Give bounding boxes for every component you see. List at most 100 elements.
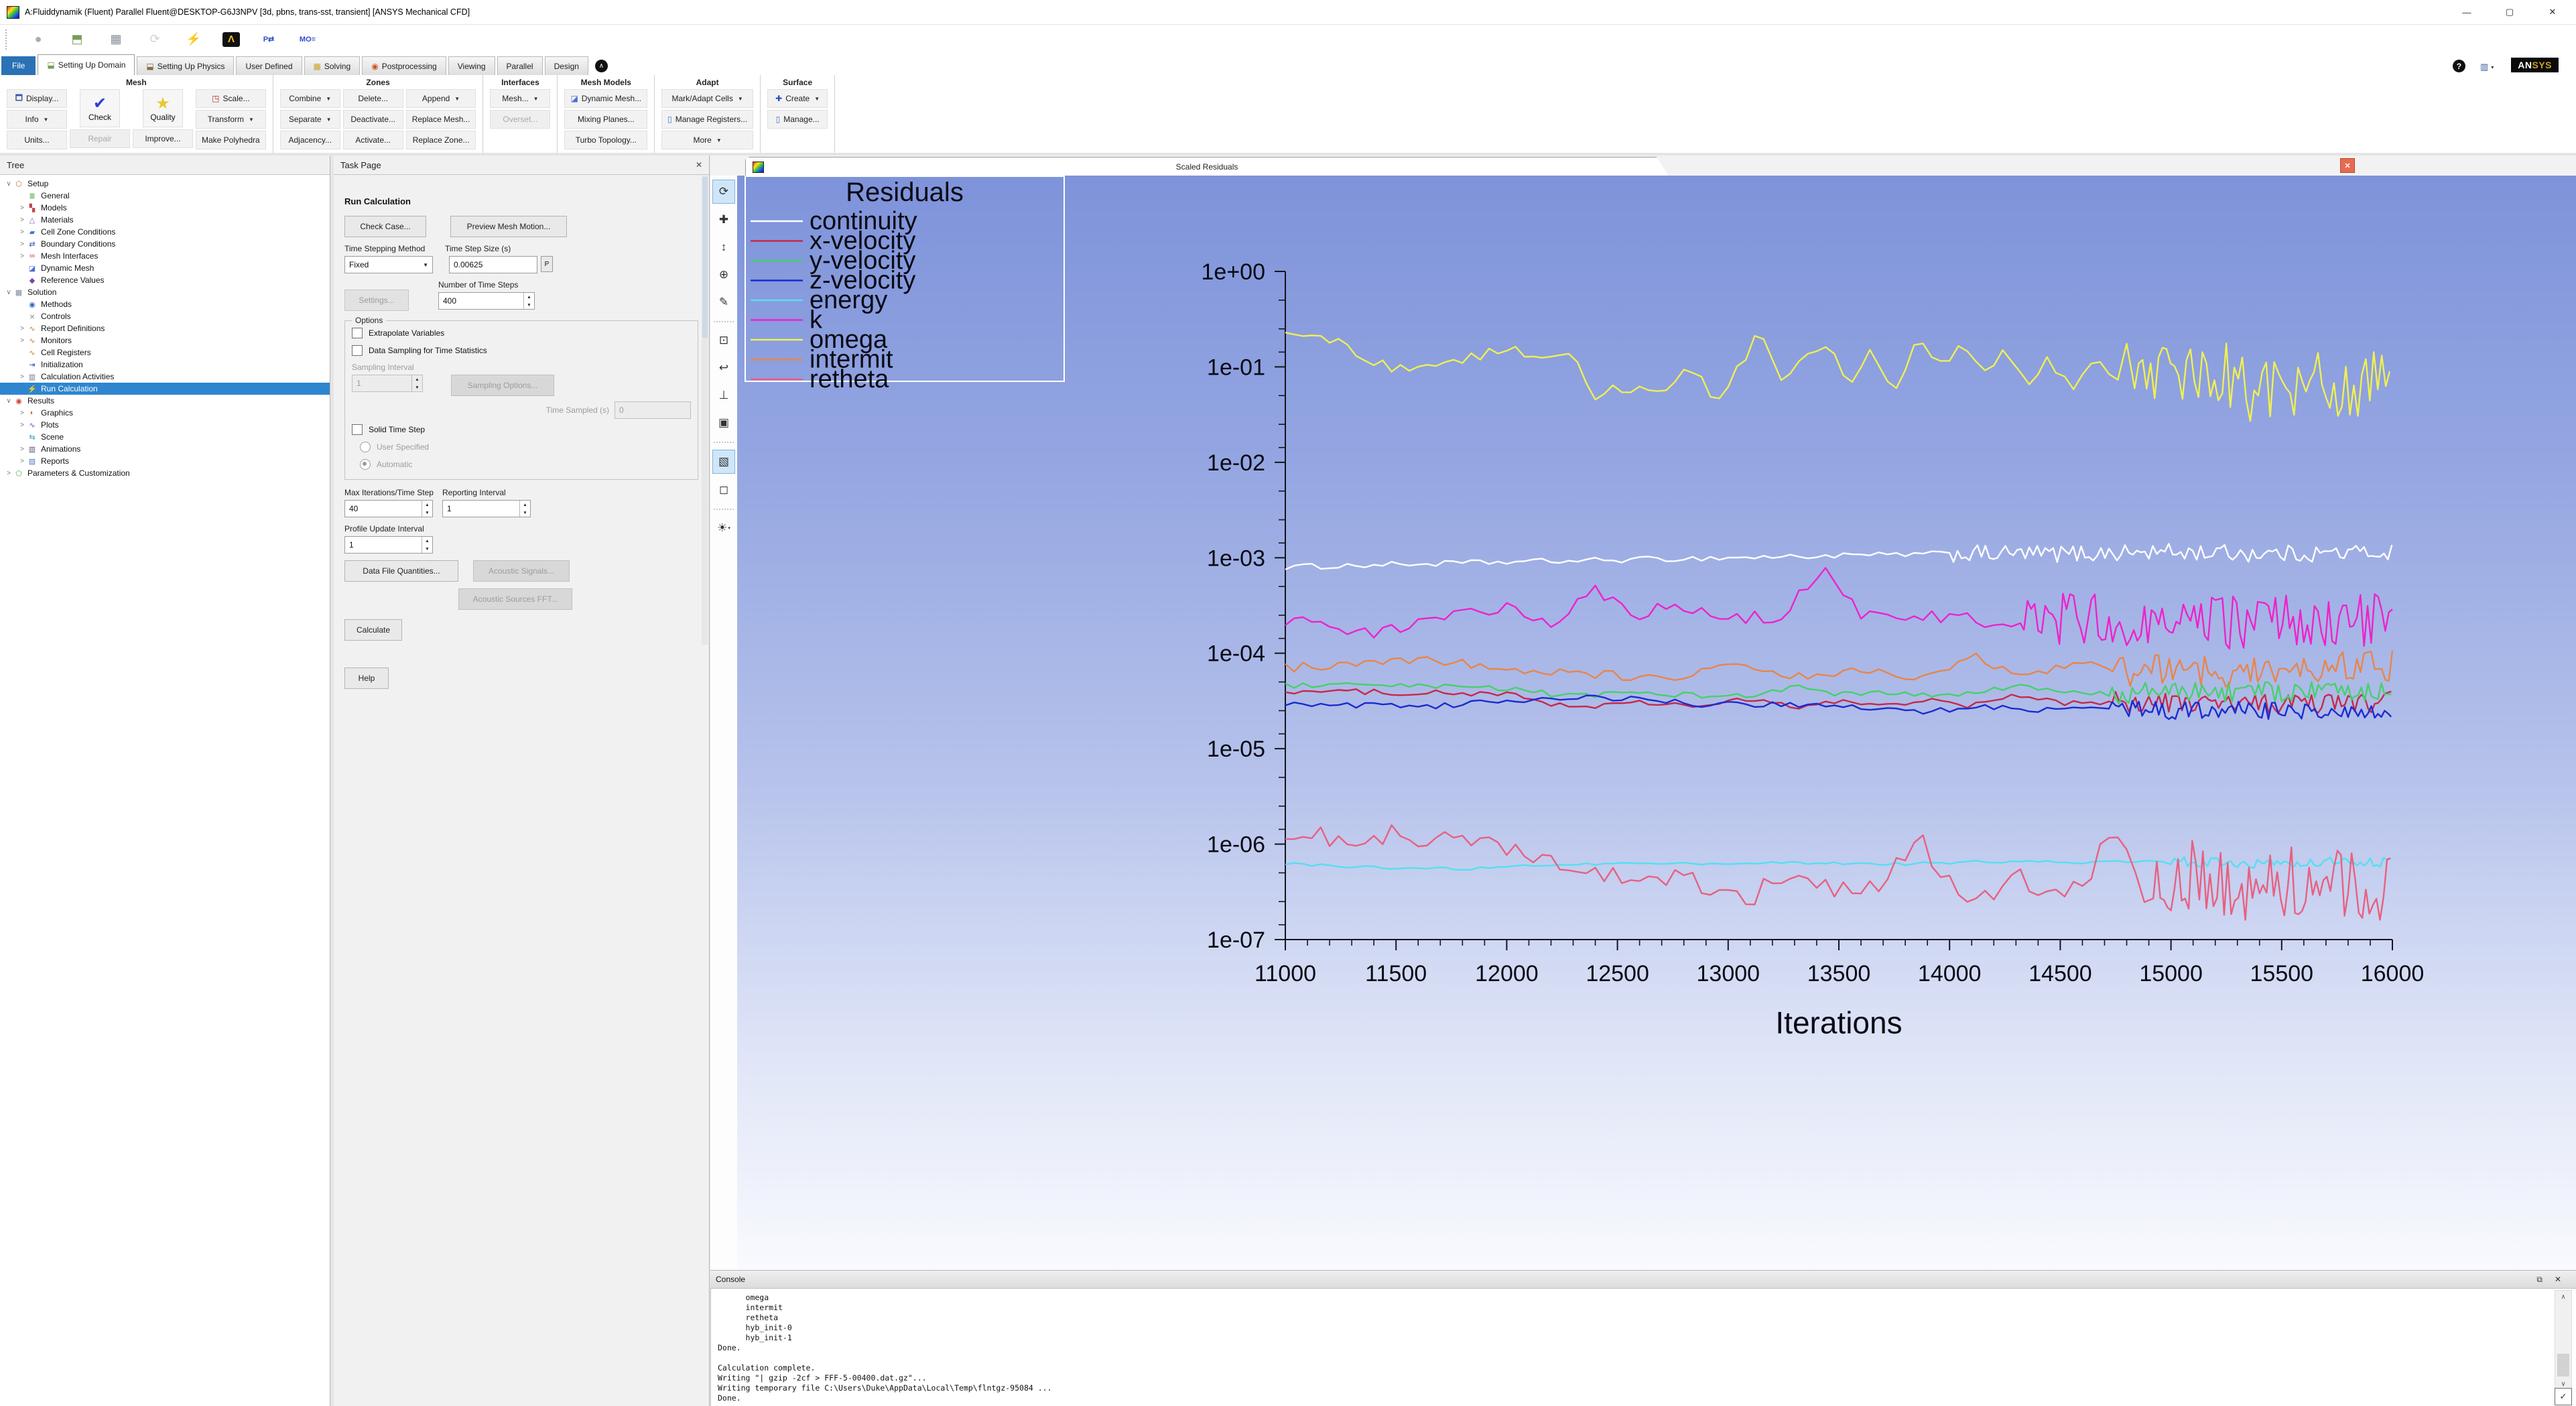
arrange-windows-icon[interactable]: ▥ ▾ <box>2480 62 2494 72</box>
tree-item-calculation-activities[interactable]: > ▥ Calculation Activities <box>0 371 330 383</box>
tree-item-report-definitions[interactable]: > ∿ Report Definitions <box>0 322 330 334</box>
lights-icon[interactable]: ☀ ▾ <box>713 517 734 539</box>
zoom-in-icon[interactable]: ⊕ <box>713 263 734 286</box>
tab-parallel[interactable]: Parallel <box>497 56 543 75</box>
chevron-right-icon[interactable]: > <box>17 241 27 248</box>
console-output[interactable]: omega intermit retheta hyb_init-0 hyb_in… <box>710 1289 2576 1406</box>
ribbon-collapse-icon[interactable]: ∧ <box>594 60 608 72</box>
adjacency--button[interactable]: Adjacency... <box>279 131 340 149</box>
zoom-back-icon[interactable]: ↩ <box>713 357 734 379</box>
tree-item-cell-zone-conditions[interactable]: > ▰ Cell Zone Conditions <box>0 226 330 238</box>
quality-button[interactable]: ★ Quality <box>143 89 183 127</box>
chevron-right-icon[interactable]: > <box>4 470 13 477</box>
activate--button[interactable]: Activate... <box>342 131 403 149</box>
replace-mesh--button[interactable]: Replace Mesh... <box>405 110 476 129</box>
overset--button[interactable]: Overset... <box>490 110 551 129</box>
console-accept-button[interactable]: ✓ <box>2555 1388 2572 1405</box>
tree-item-setup[interactable]: ∨ ⬡ Setup <box>0 178 330 190</box>
tree-item-materials[interactable]: > △ Materials <box>0 214 330 226</box>
profile-update-interval-stepper[interactable]: 1 ▲ ▼ <box>344 536 433 554</box>
delete--button[interactable]: Delete... <box>342 89 403 108</box>
snapshot-camera-icon[interactable]: ▣ <box>713 411 734 434</box>
deactivate--button[interactable]: Deactivate... <box>342 110 403 129</box>
tab-user-defined[interactable]: User Defined <box>236 56 302 75</box>
tab-design[interactable]: Design <box>544 56 588 75</box>
extrapolate-variables-checkbox[interactable] <box>352 328 363 338</box>
tree-item-cell-registers[interactable]: ∿ Cell Registers <box>0 346 330 359</box>
repair-button[interactable]: Repair <box>70 129 130 148</box>
number-of-time-steps-stepper[interactable]: 400 ▲ ▼ <box>438 292 535 310</box>
manage--button[interactable]: ▯ Manage... <box>767 110 828 129</box>
scroll-up-icon[interactable]: ∧ <box>2561 1291 2565 1303</box>
save-data-icon[interactable]: ▦ <box>106 31 126 48</box>
graphics-tab-close-icon[interactable]: ✕ <box>2340 158 2355 173</box>
chevron-right-icon[interactable]: > <box>17 409 27 417</box>
chevron-down-icon[interactable]: ∨ <box>4 397 13 405</box>
manage-registers--button[interactable]: ▯ Manage Registers... <box>661 110 754 129</box>
time-sampled-input[interactable]: 0 <box>615 401 691 419</box>
zoom-scale-icon[interactable]: ↕ <box>713 236 734 259</box>
check-case-button[interactable]: Check Case... <box>344 216 426 237</box>
tree-item-dynamic-mesh[interactable]: ◪ Dynamic Mesh <box>0 262 330 274</box>
preview-mesh-motion-button[interactable]: Preview Mesh Motion... <box>450 216 567 237</box>
console-close-icon[interactable]: ✕ <box>2555 1275 2561 1285</box>
tree-item-plots[interactable]: > ∿ Plots <box>0 419 330 431</box>
sampling-interval-stepper[interactable]: 1 ▲ ▼ <box>352 375 423 392</box>
parameters-pp-icon[interactable]: P⇄ <box>259 31 279 48</box>
help-icon[interactable]: ? <box>2452 60 2465 72</box>
max-iterations-stepper[interactable]: 40 ▲ ▼ <box>344 500 433 517</box>
close-button[interactable]: ✕ <box>2547 7 2559 17</box>
mesh--button[interactable]: Mesh... ▼ <box>490 89 551 108</box>
solid-time-step-checkbox[interactable] <box>352 424 363 435</box>
ansys-a-icon[interactable]: Λ <box>222 31 240 47</box>
tree-item-general[interactable]: ≣ General <box>0 190 330 202</box>
acoustic-sources-fft-button[interactable]: Acoustic Sources FFT... <box>458 588 572 610</box>
profile-button[interactable]: P <box>541 256 553 272</box>
tree-item-monitors[interactable]: > ∿ Monitors <box>0 334 330 346</box>
time-stepping-method-select[interactable]: Fixed ▼ <box>344 256 433 273</box>
make-polyhedra-button[interactable]: Make Polyhedra <box>196 131 266 149</box>
chevron-right-icon[interactable]: > <box>17 229 27 236</box>
automatic-radio[interactable] <box>360 459 371 470</box>
minimize-button[interactable]: — <box>2461 7 2473 17</box>
console-float-icon[interactable]: ⧉ <box>2536 1275 2542 1285</box>
mixing-planes--button[interactable]: Mixing Planes... <box>564 110 648 129</box>
tab-postprocessing[interactable]: ◉ Postprocessing <box>362 56 446 75</box>
tab-solving[interactable]: ▦ Solving <box>304 56 361 75</box>
chevron-right-icon[interactable]: > <box>17 422 27 429</box>
tree-item-solution[interactable]: ∨ ▦ Solution <box>0 286 330 298</box>
tab-viewing[interactable]: Viewing <box>448 56 495 75</box>
perspective-box-icon[interactable]: ▧ <box>712 450 735 474</box>
scale--button[interactable]: ◳ Scale... <box>196 89 266 108</box>
tree-item-graphics[interactable]: > ◐ Graphics <box>0 407 330 419</box>
rotate-view-icon[interactable]: ⟳ <box>712 180 735 204</box>
separate-button[interactable]: Separate ▼ <box>279 110 340 129</box>
residuals-plot[interactable]: 1e+00 1e-01 1e-02 1e-03 1e-04 1e-05 1e-06 1e-07… <box>737 176 2576 1270</box>
tab-setting-up-physics[interactable]: ⬓ Setting Up Physics <box>137 56 235 75</box>
user-specified-radio[interactable] <box>360 442 371 452</box>
monitors-mo-icon[interactable]: MO≡ <box>298 31 318 48</box>
maximize-button[interactable]: ▢ <box>2504 7 2516 17</box>
tree-item-initialization[interactable]: ⇥ Initialization <box>0 359 330 371</box>
tab-setting-up-domain[interactable]: ⬓ Setting Up Domain <box>38 54 135 75</box>
tree-item-mesh-interfaces[interactable]: > ∞ Mesh Interfaces <box>0 250 330 262</box>
tree-item-controls[interactable]: ⨯ Controls <box>0 310 330 322</box>
units--button[interactable]: Units... <box>7 131 67 149</box>
mesh-sphere-icon[interactable]: ● <box>28 31 48 48</box>
mark-adapt-cells-button[interactable]: Mark/Adapt Cells ▼ <box>661 89 754 108</box>
dynamic-mesh--button[interactable]: ◪ Dynamic Mesh... <box>564 89 648 108</box>
probe-icon[interactable]: ✎ <box>713 291 734 314</box>
data-file-quantities-button[interactable]: Data File Quantities... <box>344 560 458 582</box>
data-sampling-checkbox[interactable] <box>352 345 363 356</box>
tree-item-reports[interactable]: > ▧ Reports <box>0 455 330 467</box>
tree-item-scene[interactable]: ⇆ Scene <box>0 431 330 443</box>
chevron-down-icon[interactable]: ∨ <box>4 289 13 296</box>
tab-file[interactable]: File <box>1 56 36 75</box>
time-step-size-input[interactable]: 0.00625 <box>449 256 537 273</box>
chevron-down-icon[interactable]: ∨ <box>4 180 13 188</box>
orthographic-box-icon[interactable]: ◻ <box>713 478 734 501</box>
pan-icon[interactable]: ✚ <box>713 208 734 231</box>
transform-button[interactable]: Transform ▼ <box>196 110 266 129</box>
chevron-right-icon[interactable]: > <box>17 446 27 453</box>
update-lightning-icon[interactable]: ⚡ <box>184 31 204 48</box>
